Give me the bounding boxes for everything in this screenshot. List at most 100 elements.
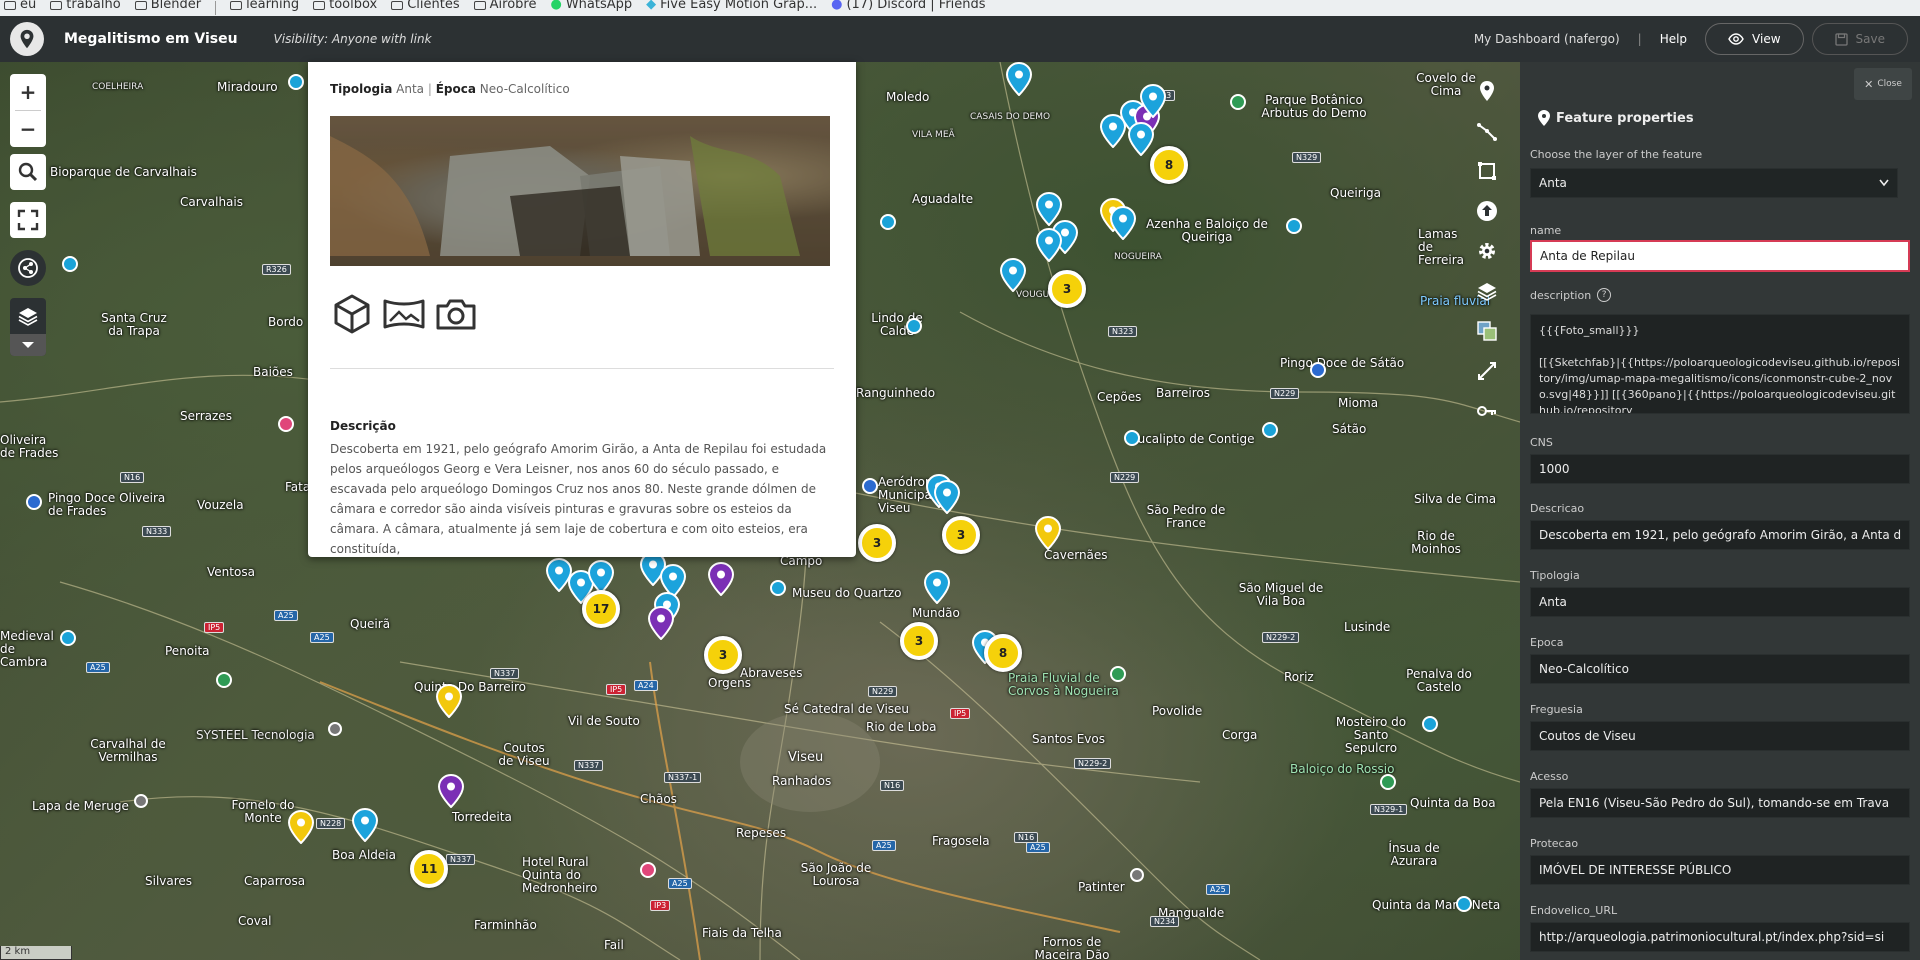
hotel-icon[interactable] [278, 416, 294, 432]
poi-icon[interactable] [1422, 716, 1438, 732]
marker-cluster[interactable]: 3 [1048, 270, 1086, 308]
fullscreen-button[interactable] [10, 202, 46, 238]
anta-pin[interactable] [924, 570, 950, 604]
poi-icon[interactable] [906, 318, 922, 334]
umap-logo[interactable] [10, 22, 44, 56]
bookmark-blender[interactable]: Blender [134, 0, 201, 13]
import-button[interactable] [1470, 194, 1504, 228]
field-label: Tipologia [1530, 569, 1580, 582]
bookmark-motion[interactable]: ◆ Five Easy Motion Grap... [646, 0, 817, 13]
anta-pin[interactable] [1110, 206, 1136, 240]
marker-cluster[interactable]: 3 [900, 622, 938, 660]
park-icon[interactable] [1230, 94, 1246, 110]
anta-pin[interactable] [1006, 62, 1032, 96]
marker-cluster[interactable]: 3 [704, 636, 742, 674]
descricao-input[interactable]: Descoberta em 1921, pelo geógrafo Amorim… [1530, 520, 1910, 550]
panorama-icon[interactable] [382, 292, 426, 336]
anta-pin[interactable] [1140, 84, 1166, 118]
zoom-out-button[interactable]: − [10, 111, 46, 147]
anta-pin[interactable] [1000, 258, 1026, 292]
marker-cluster[interactable]: 8 [1150, 146, 1188, 184]
place-label: Parque Botânico Arbutus do Demo [1261, 93, 1367, 120]
menir-pin[interactable] [708, 562, 734, 596]
3d-model-icon[interactable] [330, 292, 374, 336]
bookmark-airobre[interactable]: Airobre [473, 0, 536, 13]
center-zoom-button[interactable] [1470, 354, 1504, 388]
manage-layers-button[interactable] [1470, 274, 1504, 308]
epoca-input[interactable]: Neo-Calcolítico [1530, 654, 1910, 684]
search-button[interactable] [10, 154, 46, 190]
mamoa-pin[interactable] [1035, 516, 1061, 550]
poi-icon[interactable] [62, 256, 78, 272]
museum-icon[interactable] [770, 580, 786, 596]
description-textarea[interactable]: {{{Foto_small}}} [[{Sketchfab}|{{https:/… [1530, 314, 1910, 414]
bookmark-clientes[interactable]: Clientes [391, 0, 460, 13]
my-dashboard-link[interactable]: My Dashboard (nafergo) [1474, 32, 1620, 46]
help-icon[interactable]: ? [1597, 288, 1612, 302]
endovelico-url-input[interactable]: http://arqueologia.patrimoniocultural.pt… [1530, 922, 1910, 952]
place-label: Barreiros [1156, 386, 1210, 400]
anta-pin[interactable] [588, 560, 614, 594]
poi-icon[interactable] [288, 74, 304, 90]
airport-icon[interactable] [862, 478, 878, 494]
poi-icon[interactable] [1124, 430, 1140, 446]
more-controls-button[interactable] [10, 334, 46, 356]
view-button[interactable]: View [1705, 23, 1804, 55]
permissions-button[interactable] [1470, 394, 1504, 428]
menir-pin[interactable] [648, 606, 674, 640]
bookmark-whatsapp[interactable]: ● WhatsApp [550, 0, 632, 13]
hotel-icon[interactable] [640, 862, 656, 878]
marker-cluster[interactable]: 8 [984, 634, 1022, 672]
marker-cluster[interactable]: 11 [410, 850, 448, 888]
cns-input[interactable]: 1000 [1530, 454, 1910, 484]
layer-select[interactable]: Anta [1530, 168, 1898, 198]
share-button[interactable] [10, 250, 46, 286]
marker-cluster[interactable]: 3 [942, 516, 980, 554]
place-icon[interactable] [1130, 868, 1144, 882]
anta-pin[interactable] [1128, 122, 1154, 156]
anta-pin[interactable] [934, 480, 960, 514]
layers-button[interactable] [10, 298, 46, 334]
bookmark-learning[interactable]: learning [230, 0, 299, 13]
bookmark-eu[interactable]: eu [4, 0, 36, 13]
zoom-in-button[interactable]: + [10, 74, 46, 110]
freguesia-input[interactable]: Coutos de Viseu [1530, 721, 1910, 751]
help-link[interactable]: Help [1660, 32, 1687, 46]
draw-marker-button[interactable] [1470, 74, 1504, 108]
bookmark-discord[interactable]: ● (17) Discord | Friends [831, 0, 985, 13]
poi-icon[interactable] [60, 630, 76, 646]
park-icon[interactable] [1110, 666, 1126, 682]
park-icon[interactable] [216, 672, 232, 688]
place-icon[interactable] [134, 794, 148, 808]
marker-cluster[interactable]: 17 [582, 590, 620, 628]
close-panel-button[interactable]: ✕ Close [1854, 68, 1912, 100]
acesso-input[interactable]: Pela EN16 (Viseu-São Pedro do Sul), toma… [1530, 788, 1910, 818]
tilelayer-button[interactable] [1470, 314, 1504, 348]
camera-icon[interactable] [434, 292, 478, 336]
settings-button[interactable] [1470, 234, 1504, 268]
save-button[interactable]: Save [1811, 23, 1908, 55]
draw-line-button[interactable] [1470, 114, 1504, 148]
poi-icon[interactable] [1262, 422, 1278, 438]
name-input[interactable]: Anta de Repilau [1530, 240, 1910, 272]
draw-polygon-button[interactable] [1470, 154, 1504, 188]
poi-icon[interactable] [1456, 896, 1472, 912]
protecao-input[interactable]: IMÓVEL DE INTERESSE PÚBLICO [1530, 855, 1910, 885]
shop-icon[interactable] [26, 494, 42, 510]
feature-photo[interactable] [330, 116, 830, 266]
bookmark-toolbox[interactable]: toolbox [313, 0, 377, 13]
poi-icon[interactable] [880, 214, 896, 230]
shop-icon[interactable] [1310, 362, 1326, 378]
bookmark-trabalho[interactable]: trabalho [50, 0, 121, 13]
marker-cluster[interactable]: 3 [858, 524, 896, 562]
mamoa-pin[interactable] [436, 684, 462, 718]
tipologia-input[interactable]: Anta [1530, 587, 1910, 617]
menir-pin[interactable] [438, 774, 464, 808]
anta-pin[interactable] [1036, 228, 1062, 262]
park-icon[interactable] [1380, 774, 1396, 790]
place-icon[interactable] [328, 722, 342, 736]
poi-icon[interactable] [1286, 218, 1302, 234]
anta-pin[interactable] [352, 808, 378, 842]
map-title[interactable]: Megalitismo em Viseu [64, 31, 238, 47]
mamoa-pin[interactable] [288, 810, 314, 844]
